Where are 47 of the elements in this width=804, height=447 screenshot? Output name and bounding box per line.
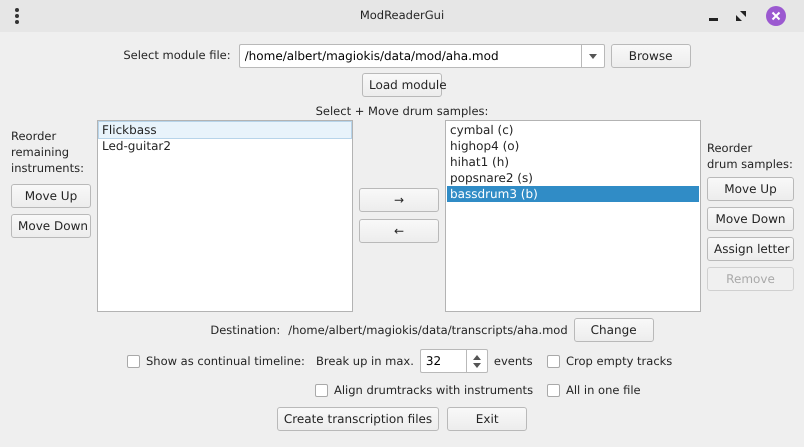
window-title: ModReaderGui (360, 7, 444, 24)
action-button[interactable]: Move Down (707, 207, 794, 232)
destination-label: Destination: (210, 322, 280, 339)
instrument-list[interactable]: Flickbass Led-guitar2 (97, 120, 353, 312)
restore-icon[interactable] (736, 11, 746, 21)
list-item[interactable]: popsnare2 (s) (447, 170, 699, 186)
action-button[interactable]: Move Up (707, 177, 794, 202)
browse-button[interactable]: Browse (610, 44, 691, 68)
dropdown-icon (588, 54, 597, 58)
action-button[interactable]: Assign letter (707, 237, 794, 262)
change-button[interactable]: Change (574, 318, 654, 342)
list-item[interactable]: bassdrum3 (b) (447, 186, 699, 202)
exit-button[interactable]: Exit (447, 407, 528, 432)
checkbox-label: Align drumtracks with instruments (334, 382, 534, 399)
section-label: Select + Move drum samples: (316, 103, 488, 120)
checkbox[interactable] (547, 354, 560, 368)
instruments-label: Reorder remaining instruments: (11, 128, 85, 176)
field-label: Select module file: (123, 47, 231, 64)
checkbox-label: Show as continual timeline: (146, 352, 305, 370)
list-item[interactable]: cymbal (c) (447, 122, 699, 138)
drums-label: Reorder drum samples: (707, 140, 794, 172)
transfer-button[interactable]: → (359, 188, 439, 212)
spin-up-icon[interactable] (472, 354, 481, 360)
break-up-label: Break up in max. (316, 352, 414, 370)
drum-sample-list[interactable]: cymbal (c) highop4 (o) hihat1 (h) popsnare2 (s) bassdrum3 (b) (445, 120, 701, 312)
create-files-button[interactable]: Create transcription files (276, 407, 440, 432)
list-item[interactable]: hihat1 (h) (447, 154, 699, 170)
checkbox-label: Crop empty tracks (566, 352, 672, 370)
checkbox[interactable] (547, 384, 560, 397)
destination-path: /home/albert/magiokis/data/transcripts/aha.mod (288, 322, 568, 339)
close-icon[interactable] (766, 6, 786, 26)
checkbox[interactable] (315, 384, 328, 397)
checkbox[interactable] (127, 354, 140, 368)
spin-buttons[interactable] (466, 349, 488, 374)
spin-down-icon[interactable] (472, 362, 481, 368)
action-button[interactable]: Move Up (11, 184, 91, 208)
list-item[interactable]: highop4 (o) (447, 138, 699, 154)
menu-icon[interactable] (15, 8, 19, 24)
dropdown-button[interactable] (580, 44, 605, 68)
unit-label: events (494, 352, 533, 370)
action-button[interactable]: Move Down (11, 214, 91, 238)
transfer-button[interactable]: ← (359, 219, 439, 244)
module-file-field[interactable]: /home/albert/magiokis/data/mod/aha.mod (238, 44, 581, 68)
events-field[interactable]: 32 (420, 349, 466, 374)
list-item[interactable]: Led-guitar2 (99, 138, 351, 154)
checkbox-label: All in one file (566, 382, 641, 399)
list-item[interactable]: Flickbass (99, 122, 351, 138)
